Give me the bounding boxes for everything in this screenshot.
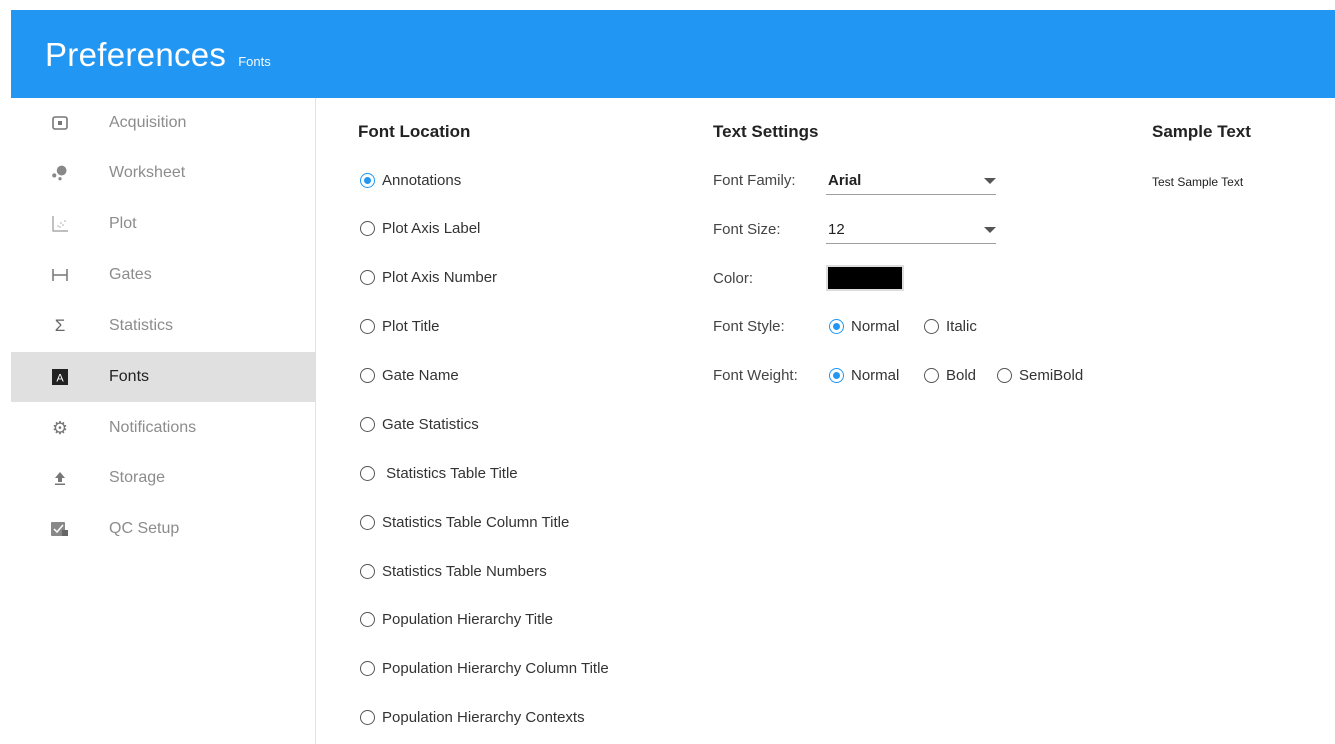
qc-setup-icon: [51, 520, 69, 538]
worksheet-icon: [51, 164, 69, 182]
font-location-option[interactable]: Statistics Table Column Title: [360, 514, 569, 531]
radio-button[interactable]: [360, 661, 375, 676]
sidebar-item-qc-setup[interactable]: QC Setup: [11, 504, 316, 554]
font-weight-semibold-option[interactable]: SemiBold: [997, 367, 1083, 384]
sample-text-title: Sample Text: [1152, 122, 1251, 141]
app-header: Preferences Fonts: [11, 10, 1335, 98]
font-family-label: Font Family:: [713, 172, 796, 189]
font-location-option[interactable]: Plot Title: [360, 318, 440, 335]
radio-button[interactable]: [360, 270, 375, 285]
font-location-option[interactable]: Statistics Table Title: [360, 465, 518, 482]
font-style-label: Font Style:: [713, 318, 785, 335]
chevron-down-icon: [984, 177, 996, 184]
sidebar-item-label: Worksheet: [109, 164, 186, 181]
sample-text-preview: Test Sample Text: [1152, 175, 1244, 189]
plot-icon: [51, 215, 69, 233]
font-size-value: 12: [828, 221, 845, 238]
font-size-label: Font Size:: [713, 221, 781, 238]
color-label: Color:: [713, 270, 754, 287]
font-style-italic-option[interactable]: Italic: [924, 318, 977, 335]
font-location-title: Font Location: [358, 122, 471, 141]
sidebar-item-label: Gates: [109, 266, 152, 283]
gates-icon: [51, 266, 69, 284]
font-family-select[interactable]: Arial: [826, 167, 996, 195]
page-title: Preferences: [45, 36, 227, 73]
radio-button[interactable]: [360, 515, 375, 530]
font-location-option[interactable]: Population Hierarchy Column Title: [360, 660, 609, 677]
font-location-option[interactable]: Population Hierarchy Title: [360, 611, 553, 628]
svg-text:A: A: [56, 373, 64, 385]
acquisition-icon: [51, 114, 69, 132]
radio-button[interactable]: [360, 710, 375, 725]
radio-button[interactable]: [360, 466, 375, 481]
font-family-value: Arial: [828, 172, 862, 189]
text-settings-title: Text Settings: [713, 122, 819, 141]
radio-button[interactable]: [924, 319, 939, 334]
radio-button[interactable]: [360, 417, 375, 432]
chevron-down-icon: [984, 226, 996, 233]
sidebar-item-label: Storage: [109, 469, 166, 486]
font-weight-bold-option[interactable]: Bold: [924, 367, 976, 384]
sidebar-item-label: QC Setup: [109, 520, 180, 537]
font-weight-label: Font Weight:: [713, 367, 798, 384]
sidebar-item-gates[interactable]: Gates: [11, 250, 316, 300]
font-location-option[interactable]: Gate Name: [360, 367, 459, 384]
font-weight-normal-option[interactable]: Normal: [829, 367, 899, 384]
radio-button[interactable]: [997, 368, 1012, 383]
sidebar-item-statistics[interactable]: Σ Statistics: [11, 301, 316, 351]
font-location-option[interactable]: Statistics Table Numbers: [360, 563, 547, 580]
radio-button[interactable]: [360, 221, 375, 236]
sidebar-item-acquisition[interactable]: Acquisition: [11, 98, 316, 148]
sidebar-item-label: Plot: [109, 215, 137, 232]
sidebar-item-worksheet[interactable]: Worksheet: [11, 148, 316, 198]
sidebar-item-notifications[interactable]: ⚙ Notifications: [11, 403, 316, 453]
radio-button[interactable]: [360, 368, 375, 383]
sidebar-item-label: Fonts: [109, 368, 150, 385]
radio-button[interactable]: [360, 612, 375, 627]
radio-button[interactable]: [360, 173, 375, 188]
font-style-normal-option[interactable]: Normal: [829, 318, 899, 335]
sidebar-item-label: Statistics: [109, 317, 174, 334]
gear-icon: ⚙: [51, 417, 69, 438]
upload-icon: [51, 469, 69, 487]
radio-button[interactable]: [360, 564, 375, 579]
sidebar-item-fonts[interactable]: A Fonts: [11, 352, 316, 402]
radio-button[interactable]: [924, 368, 939, 383]
page-subtitle: Fonts: [238, 54, 271, 69]
sigma-icon: Σ: [54, 316, 66, 335]
font-location-option[interactable]: Gate Statistics: [360, 416, 479, 433]
font-location-option[interactable]: Plot Axis Label: [360, 220, 480, 237]
font-location-option[interactable]: Annotations: [360, 172, 461, 189]
font-icon: A: [51, 368, 69, 386]
radio-button[interactable]: [829, 319, 844, 334]
radio-button[interactable]: [829, 368, 844, 383]
font-location-option[interactable]: Population Hierarchy Contexts: [360, 709, 585, 726]
sidebar-item-label: Notifications: [109, 419, 197, 436]
color-picker-swatch[interactable]: [826, 265, 904, 291]
sidebar-item-label: Acquisition: [109, 114, 187, 131]
font-size-select[interactable]: 12: [826, 216, 996, 244]
sidebar: Acquisition Worksheet Plot Gates Σ Stati…: [11, 98, 316, 744]
radio-button[interactable]: [360, 319, 375, 334]
sidebar-item-storage[interactable]: Storage: [11, 453, 316, 503]
sidebar-item-plot[interactable]: Plot: [11, 199, 316, 249]
font-location-option[interactable]: Plot Axis Number: [360, 269, 497, 286]
